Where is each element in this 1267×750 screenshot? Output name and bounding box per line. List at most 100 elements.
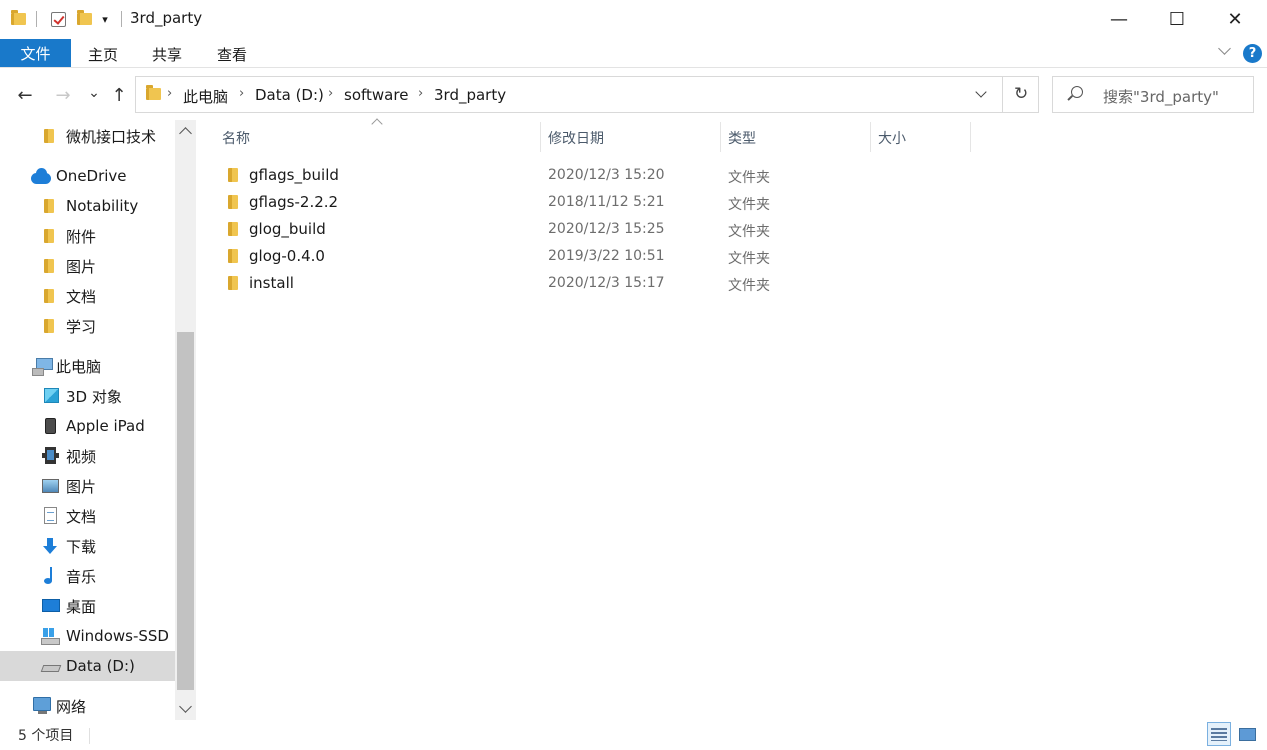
address-history-dropdown-icon[interactable] xyxy=(974,87,988,101)
column-header-type[interactable]: 类型 xyxy=(728,128,756,148)
sidebar-item-label: OneDrive xyxy=(56,167,127,185)
sidebar-item-label: Notability xyxy=(66,197,139,215)
scrollbar-thumb[interactable] xyxy=(177,332,194,690)
sidebar-item-label: 网络 xyxy=(56,697,87,716)
sidebar-item-onedrive[interactable]: OneDrive xyxy=(0,161,176,191)
breadcrumb-separator[interactable]: › xyxy=(418,86,423,101)
forward-button[interactable]: → xyxy=(51,82,75,108)
address-bar[interactable]: › 此电脑 › Data (D:) › software › 3rd_party… xyxy=(135,76,1039,113)
expand-ribbon-chevron-icon[interactable] xyxy=(1218,44,1232,58)
downloads-icon xyxy=(43,538,57,555)
sidebar-item-label: 文档 xyxy=(66,507,97,526)
breadcrumb-separator[interactable]: › xyxy=(239,86,244,101)
toolbar-divider xyxy=(121,11,122,27)
tab-file[interactable]: 文件 xyxy=(0,39,71,67)
file-row[interactable]: glog_build 2020/12/3 15:25 文件夹 xyxy=(216,216,976,243)
file-name: gflags_build xyxy=(249,166,339,184)
breadcrumb-separator[interactable]: › xyxy=(328,86,333,101)
help-icon[interactable]: ? xyxy=(1243,44,1262,63)
column-divider[interactable] xyxy=(970,122,971,152)
sidebar-item-data-drive[interactable]: Data (D:) xyxy=(0,651,176,681)
file-name: glog_build xyxy=(249,220,326,238)
back-button[interactable]: ← xyxy=(13,82,37,108)
documents-icon xyxy=(44,507,57,524)
scroll-up-arrow-icon[interactable] xyxy=(179,127,192,140)
customize-toolbar-dropdown-icon[interactable]: ▾ xyxy=(98,10,112,28)
folder-icon xyxy=(44,129,54,143)
column-divider[interactable] xyxy=(720,122,721,152)
sidebar-item-windows-ssd[interactable]: Windows-SSD ( xyxy=(0,621,176,651)
sidebar-item-label: 附件 xyxy=(66,227,97,246)
sidebar-item-desktop[interactable]: 桌面 xyxy=(0,591,176,621)
search-input[interactable]: 搜索"3rd_party" xyxy=(1103,86,1219,107)
refresh-button[interactable]: ↻ xyxy=(1014,84,1028,104)
breadcrumb-data-drive[interactable]: Data (D:) xyxy=(255,86,324,104)
column-header-name[interactable]: 名称 xyxy=(222,128,250,148)
properties-check-icon[interactable] xyxy=(49,10,67,28)
breadcrumb-separator[interactable]: › xyxy=(167,86,172,101)
sidebar-item-notability[interactable]: Notability xyxy=(0,191,176,221)
breadcrumb-this-pc[interactable]: 此电脑 xyxy=(183,86,228,107)
file-modified: 2020/12/3 15:20 xyxy=(548,167,665,183)
breadcrumb-3rd-party[interactable]: 3rd_party xyxy=(434,86,506,104)
sidebar-item-network[interactable]: 网络 xyxy=(0,691,176,721)
sort-ascending-icon xyxy=(371,118,383,130)
sidebar-item-microcomputer-interface[interactable]: 微机接口技术 xyxy=(0,121,176,151)
tab-share[interactable]: 共享 xyxy=(152,44,182,65)
search-box[interactable]: 搜索"3rd_party" xyxy=(1052,76,1254,113)
window-title: 3rd_party xyxy=(130,9,203,27)
column-header-modified[interactable]: 修改日期 xyxy=(548,128,604,148)
minimize-button[interactable]: — xyxy=(1090,0,1148,38)
tab-home[interactable]: 主页 xyxy=(88,44,118,65)
close-button[interactable]: ✕ xyxy=(1206,0,1264,38)
large-icons-view-button[interactable] xyxy=(1235,722,1259,746)
folder-icon xyxy=(44,229,54,243)
details-view-button[interactable] xyxy=(1207,722,1231,746)
sidebar-scrollbar[interactable] xyxy=(175,120,196,720)
tab-view[interactable]: 查看 xyxy=(217,44,247,65)
sidebar-item-pictures[interactable]: 图片 xyxy=(0,471,176,501)
file-modified: 2018/11/12 5:21 xyxy=(548,194,665,210)
breadcrumb-software[interactable]: software xyxy=(344,86,408,104)
file-type: 文件夹 xyxy=(728,278,770,294)
file-row[interactable]: glog-0.4.0 2019/3/22 10:51 文件夹 xyxy=(216,243,976,270)
sidebar-item-this-pc[interactable]: 此电脑 xyxy=(0,351,176,381)
folder-icon xyxy=(44,259,54,273)
sidebar-item-3d-objects[interactable]: 3D 对象 xyxy=(0,381,176,411)
file-type: 文件夹 xyxy=(728,224,770,240)
sidebar-item-attachments[interactable]: 附件 xyxy=(0,221,176,251)
folder-icon xyxy=(228,168,238,182)
maximize-button[interactable]: ☐ xyxy=(1148,0,1206,38)
column-divider[interactable] xyxy=(540,122,541,152)
folder-icon xyxy=(228,249,238,263)
sidebar-item-onedrive-documents[interactable]: 文档 xyxy=(0,281,176,311)
sidebar-item-downloads[interactable]: 下载 xyxy=(0,531,176,561)
column-divider[interactable] xyxy=(870,122,871,152)
sidebar-item-label: Data (D:) xyxy=(66,657,135,675)
sidebar-item-documents[interactable]: 文档 xyxy=(0,501,176,531)
sidebar-item-music[interactable]: 音乐 xyxy=(0,561,176,591)
sidebar-item-label: 视频 xyxy=(66,447,97,466)
address-divider xyxy=(1002,77,1003,112)
column-header-size[interactable]: 大小 xyxy=(878,128,906,148)
file-modified: 2020/12/3 15:17 xyxy=(548,275,665,291)
recent-locations-button[interactable]: ⌄ xyxy=(82,80,106,106)
folder-icon xyxy=(146,85,161,100)
sidebar-item-videos[interactable]: 视频 xyxy=(0,441,176,471)
file-modified: 2020/12/3 15:25 xyxy=(548,221,665,237)
file-row[interactable]: install 2020/12/3 15:17 文件夹 xyxy=(216,270,976,297)
sidebar-item-onedrive-pictures[interactable]: 图片 xyxy=(0,251,176,281)
folder-icon[interactable] xyxy=(10,10,26,28)
sidebar-item-label: 文档 xyxy=(66,287,97,306)
new-folder-icon[interactable] xyxy=(76,10,92,28)
up-button[interactable]: ↑ xyxy=(107,82,131,108)
scroll-down-arrow-icon[interactable] xyxy=(179,700,192,713)
search-icon xyxy=(1071,86,1083,98)
file-row[interactable]: gflags-2.2.2 2018/11/12 5:21 文件夹 xyxy=(216,189,976,216)
sidebar-item-apple-ipad[interactable]: Apple iPad xyxy=(0,411,176,441)
sidebar-item-study[interactable]: 学习 xyxy=(0,311,176,341)
toolbar-divider xyxy=(36,11,37,27)
3d-objects-icon xyxy=(44,388,59,403)
file-type: 文件夹 xyxy=(728,251,770,267)
file-row[interactable]: gflags_build 2020/12/3 15:20 文件夹 xyxy=(216,162,976,189)
